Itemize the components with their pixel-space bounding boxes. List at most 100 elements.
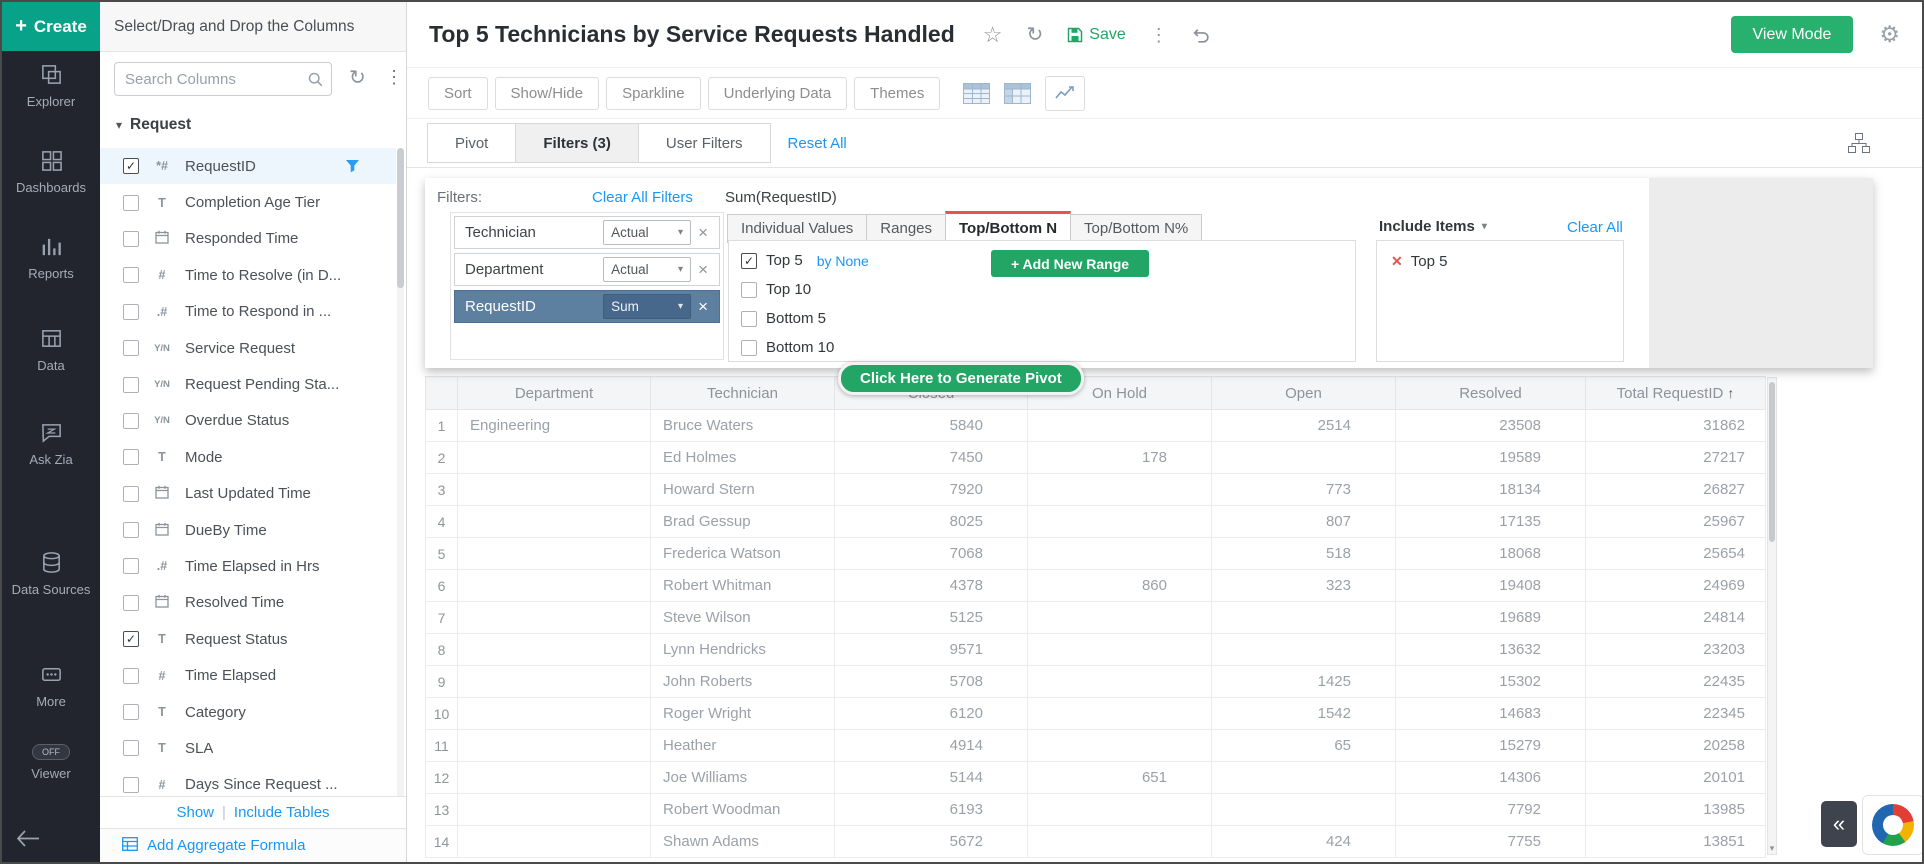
sidebar-item-dashboards[interactable]: Dashboards	[2, 148, 100, 196]
option-checkbox[interactable]	[741, 311, 757, 327]
tab-filters-3[interactable]: Filters (3)	[515, 123, 639, 163]
sort-ascending-icon[interactable]: ↑	[1727, 385, 1734, 401]
toolbar-sparkline-button[interactable]: Sparkline	[606, 77, 701, 110]
sidebar-item-more[interactable]: More	[2, 662, 100, 710]
add-aggregate-formula-link[interactable]: Add Aggregate Formula	[100, 828, 406, 862]
collapse-sidebar-icon[interactable]	[16, 830, 40, 852]
table-row[interactable]: 10Roger Wright612015421468322345	[426, 698, 1766, 730]
table-row[interactable]: 4Brad Gessup80258071713525967	[426, 506, 1766, 538]
sidebar-item-explorer[interactable]: Explorer	[2, 62, 100, 110]
filter-chip-technician[interactable]: Technician Actual ▾ ×	[454, 216, 720, 249]
view-mode-button[interactable]: View Mode	[1731, 16, 1854, 53]
remove-filter-icon[interactable]: ×	[691, 223, 715, 243]
table-row[interactable]: 12Joe Williams51446511430620101	[426, 762, 1766, 794]
field-checkbox[interactable]	[123, 595, 139, 611]
field-checkbox[interactable]	[123, 231, 139, 247]
field-row-mode[interactable]: T Mode	[100, 439, 396, 475]
field-checkbox[interactable]	[123, 777, 139, 793]
refresh-columns-icon[interactable]: ↻	[349, 65, 366, 90]
table-row[interactable]: 14Shawn Adams5672424775513851	[426, 826, 1766, 858]
field-row-completion-age-tier[interactable]: T Completion Age Tier	[100, 184, 396, 220]
reset-all-link[interactable]: Reset All	[788, 135, 847, 152]
add-new-range-button[interactable]: + Add New Range	[991, 250, 1149, 277]
include-items-dropdown[interactable]: Include Items ▾	[1379, 218, 1487, 235]
field-checkbox[interactable]	[123, 413, 139, 429]
filter-chip-requestid[interactable]: RequestID Sum ▾ ×	[454, 290, 720, 323]
column-header-resolved[interactable]: Resolved	[1396, 377, 1586, 410]
field-checkbox[interactable]	[123, 449, 139, 465]
field-checkbox[interactable]: ✓	[123, 631, 139, 647]
field-row-responded-time[interactable]: Responded Time	[100, 221, 396, 257]
table-view-icon[interactable]	[963, 83, 990, 104]
field-checkbox[interactable]	[123, 340, 139, 356]
column-header-open[interactable]: Open	[1212, 377, 1396, 410]
field-row-request-status[interactable]: ✓ T Request Status	[100, 621, 396, 657]
tab-user-filters[interactable]: User Filters	[638, 123, 771, 163]
viewer-toggle[interactable]: OFF	[32, 744, 70, 760]
column-header-department[interactable]: Department	[458, 377, 651, 410]
save-button[interactable]: Save	[1067, 26, 1125, 44]
field-checkbox[interactable]	[123, 740, 139, 756]
toolbar-sort-button[interactable]: Sort	[428, 77, 488, 110]
field-row-dueby-time[interactable]: DueBy Time	[100, 512, 396, 548]
toolbar-themes-button[interactable]: Themes	[854, 77, 940, 110]
topn-option-bottom-5[interactable]: Bottom 5	[729, 304, 1355, 333]
table-row[interactable]: 8Lynn Hendricks95711363223203	[426, 634, 1766, 666]
table-row[interactable]: 11Heather4914651527920258	[426, 730, 1766, 762]
field-row-resolved-time[interactable]: Resolved Time	[100, 585, 396, 621]
table-row[interactable]: 2Ed Holmes74501781958927217	[426, 442, 1766, 474]
sidebar-item-data[interactable]: Data	[2, 326, 100, 374]
sidebar-item-reports[interactable]: Reports	[2, 234, 100, 282]
field-row-request-pending-sta[interactable]: Y/N Request Pending Sta...	[100, 366, 396, 402]
field-checkbox[interactable]	[123, 267, 139, 283]
settings-gear-icon[interactable]: ⚙	[1879, 21, 1900, 48]
option-checkbox[interactable]: ✓	[741, 253, 757, 269]
include-tables-link[interactable]: Include Tables	[234, 804, 330, 821]
filter-mode-tab-top-bottom-n[interactable]: Top/Bottom N%	[1070, 214, 1202, 243]
sidebar-item-data-sources[interactable]: Data Sources	[2, 550, 100, 598]
table-scrollbar[interactable]: ▾	[1767, 377, 1777, 855]
favorite-star-icon[interactable]: ☆	[983, 24, 1003, 46]
field-row-requestid[interactable]: ✓ *# RequestID	[100, 148, 396, 184]
option-checkbox[interactable]	[741, 282, 757, 298]
aggregation-select[interactable]: Sum ▾	[603, 294, 691, 319]
table-row[interactable]: 7Steve Wilson51251968924814	[426, 602, 1766, 634]
scroll-down-icon[interactable]: ▾	[1768, 843, 1776, 854]
option-checkbox[interactable]	[741, 340, 757, 356]
field-checkbox[interactable]	[123, 668, 139, 684]
filter-funnel-icon[interactable]	[345, 159, 360, 177]
remove-icon[interactable]: ✕	[1391, 253, 1403, 270]
scrollbar-thumb[interactable]	[1769, 382, 1775, 542]
table-row[interactable]: 5Frederica Watson70685181806825654	[426, 538, 1766, 570]
field-checkbox[interactable]	[123, 377, 139, 393]
field-checkbox[interactable]	[123, 304, 139, 320]
topn-option-bottom-10[interactable]: Bottom 10	[729, 333, 1355, 362]
filter-mode-tab-individual-values[interactable]: Individual Values	[727, 214, 867, 243]
field-row-service-request[interactable]: Y/N Service Request	[100, 330, 396, 366]
table-row[interactable]: 1EngineeringBruce Waters5840251423508318…	[426, 410, 1766, 442]
clear-all-included-link[interactable]: Clear All	[1567, 219, 1623, 236]
field-checkbox[interactable]: ✓	[123, 158, 139, 174]
kebab-menu-icon[interactable]: ⋮	[1150, 26, 1168, 44]
kebab-menu-icon[interactable]: ⋮	[385, 67, 403, 88]
field-row-time-elapsed[interactable]: # Time Elapsed	[100, 657, 396, 693]
topn-option-top-10[interactable]: Top 10	[729, 275, 1355, 304]
field-row-last-updated-time[interactable]: Last Updated Time	[100, 476, 396, 512]
hierarchy-icon[interactable]	[1848, 133, 1870, 158]
table-row[interactable]: 13Robert Woodman6193779213985	[426, 794, 1766, 826]
filter-mode-tab-ranges[interactable]: Ranges	[866, 214, 946, 243]
filter-mode-tab-top-bottom-n[interactable]: Top/Bottom N	[945, 211, 1071, 243]
expand-panel-button[interactable]: «	[1821, 801, 1857, 847]
undo-icon[interactable]	[1192, 25, 1211, 44]
included-item-top-5[interactable]: ✕ Top 5	[1391, 253, 1623, 270]
refresh-icon[interactable]: ↻	[1027, 25, 1044, 45]
column-header-total-requestid[interactable]: Total RequestID↑	[1586, 377, 1766, 410]
by-none-link[interactable]: by None	[817, 253, 869, 269]
aggregation-select[interactable]: Actual ▾	[603, 257, 691, 282]
field-checkbox[interactable]	[123, 522, 139, 538]
create-button[interactable]: + Create	[2, 2, 100, 51]
field-row-time-to-respond-in[interactable]: .# Time to Respond in ...	[100, 294, 396, 330]
field-row-category[interactable]: T Category	[100, 694, 396, 730]
field-checkbox[interactable]	[123, 558, 139, 574]
sidebar-item-ask-zia[interactable]: Ask Zia	[2, 420, 100, 468]
